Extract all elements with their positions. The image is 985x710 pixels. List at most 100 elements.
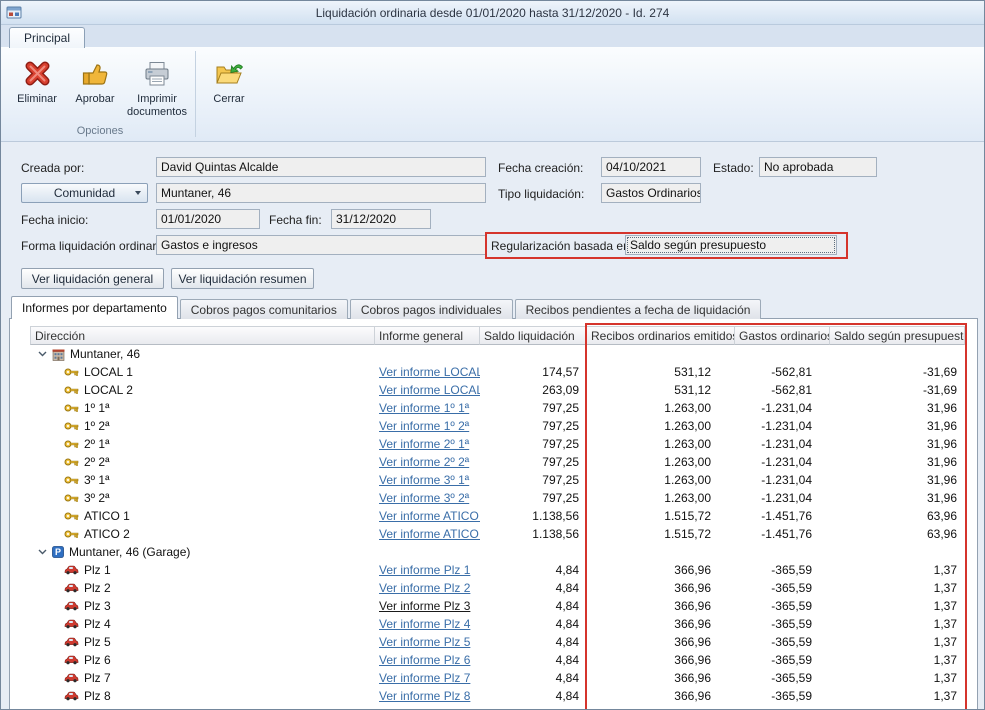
table-row[interactable]: Plz 5Ver informe Plz 54,84366,96-365,591… bbox=[30, 633, 965, 651]
fecha-fin-input[interactable]: 31/12/2020 bbox=[331, 209, 431, 229]
ver-informe-link[interactable]: Ver informe LOCAL 2 bbox=[379, 383, 480, 397]
column-header-informe-general[interactable]: Informe general bbox=[375, 326, 480, 345]
tab-informes-por-departamento[interactable]: Informes por departamento bbox=[11, 296, 178, 319]
gastos-ordinarios-cell: -365,59 bbox=[735, 687, 830, 705]
table-row[interactable]: 1º 2ªVer informe 1º 2ª797,251.263,00-1.2… bbox=[30, 417, 965, 435]
saldo-presupuesto-cell: 1,37 bbox=[830, 651, 965, 669]
ver-informe-link[interactable]: Ver informe ATICO 1 bbox=[379, 509, 480, 523]
ver-informe-link[interactable]: Ver informe 1º 1ª bbox=[379, 401, 469, 415]
gastos-ordinarios-cell: -1.231,04 bbox=[735, 417, 830, 435]
row-label: 2º 2ª bbox=[84, 455, 110, 469]
table-row[interactable]: 3º 1ªVer informe 3º 1ª797,251.263,00-1.2… bbox=[30, 471, 965, 489]
table-row[interactable]: 1º 1ªVer informe 1º 1ª797,251.263,00-1.2… bbox=[30, 399, 965, 417]
table-row[interactable]: Plz 7Ver informe Plz 74,84366,96-365,591… bbox=[30, 669, 965, 687]
row-label: Plz 5 bbox=[84, 635, 111, 649]
group-label: Muntaner, 46 bbox=[70, 347, 140, 361]
car-icon bbox=[64, 673, 79, 683]
column-header-saldo-presupuesto[interactable]: Saldo según presupuesto bbox=[830, 326, 965, 345]
table-row[interactable]: 3º 2ªVer informe 3º 2ª797,251.263,00-1.2… bbox=[30, 489, 965, 507]
direccion-cell: 3º 2ª bbox=[30, 489, 375, 507]
table-body: Muntaner, 46 LOCAL 1Ver informe LOCAL 117… bbox=[30, 345, 965, 705]
tab-cobros-pagos-comunitarios[interactable]: Cobros pagos comunitarios bbox=[180, 299, 348, 319]
gastos-ordinarios-cell: -1.231,04 bbox=[735, 453, 830, 471]
saldo-liquidacion-cell bbox=[480, 543, 587, 561]
column-header-saldo-liquidacion[interactable]: Saldo liquidación bbox=[480, 326, 587, 345]
creada-por-input[interactable]: David Quintas Alcalde bbox=[156, 157, 486, 177]
cerrar-button[interactable]: Cerrar bbox=[201, 53, 257, 107]
saldo-presupuesto-cell: 1,37 bbox=[830, 687, 965, 705]
table-row[interactable]: Plz 2Ver informe Plz 24,84366,96-365,591… bbox=[30, 579, 965, 597]
table-row[interactable]: Plz 3Ver informe Plz 34,84366,96-365,591… bbox=[30, 597, 965, 615]
ver-informe-link[interactable]: Ver informe 2º 1ª bbox=[379, 437, 469, 451]
building-icon bbox=[52, 348, 65, 361]
direccion-cell: 1º 2ª bbox=[30, 417, 375, 435]
estado-input[interactable]: No aprobada bbox=[759, 157, 877, 177]
table-row[interactable]: 2º 2ªVer informe 2º 2ª797,251.263,00-1.2… bbox=[30, 453, 965, 471]
tipo-liquidacion-input[interactable]: Gastos Ordinarios bbox=[601, 183, 701, 203]
saldo-presupuesto-cell: 1,37 bbox=[830, 669, 965, 687]
ver-informe-link[interactable]: Ver informe Plz 2 bbox=[379, 581, 470, 595]
ver-informe-link[interactable]: Ver informe ATICO 2 bbox=[379, 527, 480, 541]
ver-liquidacion-general-button[interactable]: Ver liquidación general bbox=[21, 268, 164, 289]
ver-informe-link[interactable]: Ver informe Plz 4 bbox=[379, 617, 470, 631]
recibos-ordinarios-cell bbox=[587, 543, 735, 561]
ver-informe-link[interactable]: Ver informe 1º 2ª bbox=[379, 419, 469, 433]
table-row[interactable]: ATICO 1Ver informe ATICO 11.138,561.515,… bbox=[30, 507, 965, 525]
table-row[interactable]: Plz 1Ver informe Plz 14,84366,96-365,591… bbox=[30, 561, 965, 579]
row-label: LOCAL 2 bbox=[84, 383, 133, 397]
ver-liquidacion-resumen-button[interactable]: Ver liquidación resumen bbox=[171, 268, 314, 289]
parking-icon: P bbox=[52, 546, 64, 558]
ver-informe-link[interactable]: Ver informe 2º 2ª bbox=[379, 455, 469, 469]
regularizacion-input[interactable]: Saldo según presupuesto bbox=[625, 235, 837, 255]
table-row[interactable]: ATICO 2Ver informe ATICO 21.138,561.515,… bbox=[30, 525, 965, 543]
table-row[interactable]: Plz 8Ver informe Plz 84,84366,96-365,591… bbox=[30, 687, 965, 705]
key-icon bbox=[64, 439, 79, 449]
ver-informe-link[interactable]: Ver informe Plz 3 bbox=[379, 599, 470, 613]
column-header-direccion[interactable]: Dirección bbox=[30, 326, 375, 345]
column-header-recibos-ordinarios[interactable]: Recibos ordinarios emitidos bbox=[587, 326, 735, 345]
table-group-row[interactable]: PMuntaner, 46 (Garage) bbox=[30, 543, 965, 561]
key-icon bbox=[64, 511, 79, 521]
key-icon bbox=[64, 421, 79, 431]
recibos-ordinarios-cell: 366,96 bbox=[587, 651, 735, 669]
eliminar-label: Eliminar bbox=[17, 93, 57, 106]
ver-informe-link[interactable]: Ver informe 3º 1ª bbox=[379, 473, 469, 487]
table-row[interactable]: LOCAL 2Ver informe LOCAL 2263,09531,12-5… bbox=[30, 381, 965, 399]
imprimir-documentos-button[interactable]: Imprimir documentos bbox=[125, 53, 189, 119]
ver-informe-link[interactable]: Ver informe Plz 5 bbox=[379, 635, 470, 649]
tab-recibos-pendientes[interactable]: Recibos pendientes a fecha de liquidació… bbox=[515, 299, 762, 319]
ver-informe-link[interactable]: Ver informe Plz 1 bbox=[379, 563, 470, 577]
gastos-ordinarios-cell: -365,59 bbox=[735, 597, 830, 615]
aprobar-button[interactable]: Aprobar bbox=[67, 53, 123, 107]
report-tabs: Informes por departamento Cobros pagos c… bbox=[11, 296, 763, 319]
ribbon: Eliminar Aprobar Imprimir documentos Opc… bbox=[1, 47, 984, 142]
comunidad-input[interactable]: Muntaner, 46 bbox=[156, 183, 486, 203]
expand-chevron-icon[interactable] bbox=[38, 549, 48, 555]
column-header-gastos-ordinarios[interactable]: Gastos ordinarios bbox=[735, 326, 830, 345]
ver-informe-link[interactable]: Ver informe 3º 2ª bbox=[379, 491, 469, 505]
table-row[interactable]: LOCAL 1Ver informe LOCAL 1174,57531,12-5… bbox=[30, 363, 965, 381]
fecha-creacion-input[interactable]: 04/10/2021 bbox=[601, 157, 701, 177]
eliminar-button[interactable]: Eliminar bbox=[9, 53, 65, 107]
direccion-cell: 1º 1ª bbox=[30, 399, 375, 417]
tab-principal[interactable]: Principal bbox=[9, 27, 85, 48]
saldo-liquidacion-cell: 4,84 bbox=[480, 669, 587, 687]
table-group-row[interactable]: Muntaner, 46 bbox=[30, 345, 965, 363]
table-row[interactable]: 2º 1ªVer informe 2º 1ª797,251.263,00-1.2… bbox=[30, 435, 965, 453]
table-row[interactable]: Plz 6Ver informe Plz 64,84366,96-365,591… bbox=[30, 651, 965, 669]
direccion-cell: Plz 7 bbox=[30, 669, 375, 687]
tab-cobros-pagos-individuales[interactable]: Cobros pagos individuales bbox=[350, 299, 513, 319]
tipo-liquidacion-label: Tipo liquidación: bbox=[498, 187, 584, 201]
expand-chevron-icon[interactable] bbox=[38, 351, 48, 357]
row-label: Plz 4 bbox=[84, 617, 111, 631]
ver-informe-link[interactable]: Ver informe Plz 8 bbox=[379, 689, 470, 703]
forma-liquidacion-label: Forma liquidación ordinaria: bbox=[21, 239, 169, 253]
table-row[interactable]: Plz 4Ver informe Plz 44,84366,96-365,591… bbox=[30, 615, 965, 633]
direccion-cell: Plz 4 bbox=[30, 615, 375, 633]
forma-liquidacion-input[interactable]: Gastos e ingresos bbox=[156, 235, 486, 255]
comunidad-dropdown-button[interactable]: Comunidad bbox=[21, 183, 148, 203]
ver-informe-link[interactable]: Ver informe Plz 7 bbox=[379, 671, 470, 685]
fecha-inicio-input[interactable]: 01/01/2020 bbox=[156, 209, 260, 229]
ver-informe-link[interactable]: Ver informe LOCAL 1 bbox=[379, 365, 480, 379]
ver-informe-link[interactable]: Ver informe Plz 6 bbox=[379, 653, 470, 667]
